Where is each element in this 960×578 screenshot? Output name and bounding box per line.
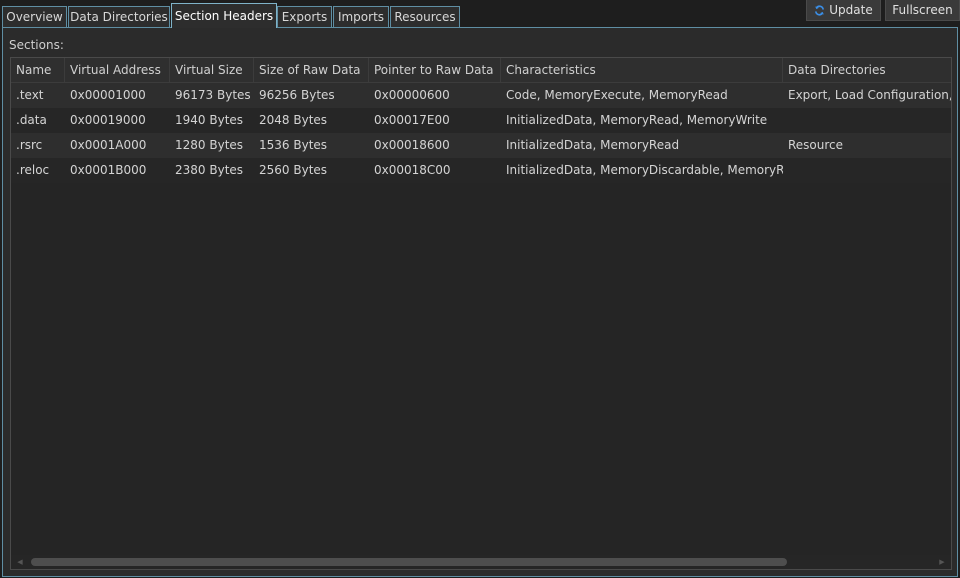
- cell-characteristics: InitializedData, MemoryDiscardable, Memo…: [506, 163, 783, 177]
- tab-imports[interactable]: Imports: [333, 6, 389, 27]
- table-row[interactable]: .rsrc 0x0001A000 1280 Bytes 1536 Bytes 0…: [11, 133, 951, 158]
- cell-pointer-to-raw-data: 0x00018C00: [374, 163, 451, 177]
- cell-data-directories: [783, 158, 951, 183]
- horizontal-scrollbar[interactable]: ◀ ▶: [11, 555, 951, 569]
- tab-data-directories[interactable]: Data Directories: [68, 6, 170, 27]
- cell-size-of-raw-data: 2560 Bytes: [259, 163, 328, 177]
- scroll-right-icon[interactable]: ▶: [935, 555, 949, 569]
- table-row[interactable]: .reloc 0x0001B000 2380 Bytes 2560 Bytes …: [11, 158, 951, 183]
- update-button[interactable]: Update: [806, 0, 881, 21]
- fullscreen-label: Fullscreen: [892, 3, 953, 17]
- cell-data-directories: [783, 108, 951, 133]
- sections-label: Sections:: [9, 38, 64, 52]
- column-header-virtual-address[interactable]: Virtual Address: [65, 58, 170, 82]
- cell-data-directories: Resource: [788, 138, 844, 152]
- cell-virtual-size: 2380 Bytes: [175, 163, 244, 177]
- table-header: Name Virtual Address Virtual Size Size o…: [11, 58, 951, 83]
- cell-virtual-size: 1280 Bytes: [175, 138, 244, 152]
- cell-name: .text: [16, 88, 44, 102]
- cell-virtual-address: 0x0001A000: [70, 138, 147, 152]
- update-label: Update: [829, 3, 873, 17]
- cell-size-of-raw-data: 1536 Bytes: [259, 138, 328, 152]
- cell-characteristics: InitializedData, MemoryRead: [506, 138, 680, 152]
- refresh-icon: [815, 5, 825, 15]
- cell-virtual-address: 0x0001B000: [70, 163, 147, 177]
- cell-size-of-raw-data: 2048 Bytes: [259, 113, 328, 127]
- cell-name: .reloc: [16, 163, 50, 177]
- column-header-pointer-to-raw-data[interactable]: Pointer to Raw Data: [369, 58, 501, 82]
- scroll-left-icon[interactable]: ◀: [13, 555, 27, 569]
- column-header-characteristics[interactable]: Characteristics: [501, 58, 783, 82]
- tab-section-headers[interactable]: Section Headers: [171, 3, 277, 28]
- cell-characteristics: InitializedData, MemoryRead, MemoryWrite: [506, 113, 768, 127]
- table-row[interactable]: .text 0x00001000 96173 Bytes 96256 Bytes…: [11, 83, 952, 108]
- tab-bar: Overview Data Directories Section Header…: [0, 0, 960, 28]
- column-header-virtual-size[interactable]: Virtual Size: [170, 58, 254, 82]
- cell-virtual-size: 1940 Bytes: [175, 113, 244, 127]
- column-header-name[interactable]: Name: [11, 58, 65, 82]
- tab-exports[interactable]: Exports: [277, 6, 332, 27]
- sections-table: Name Virtual Address Virtual Size Size o…: [10, 57, 952, 570]
- cell-pointer-to-raw-data: 0x00017E00: [374, 113, 450, 127]
- section-headers-panel: Sections: Name Virtual Address Virtual S…: [2, 27, 958, 577]
- tab-overview[interactable]: Overview: [2, 6, 67, 27]
- cell-data-directories: Export, Load Configuration, De: [788, 88, 952, 102]
- cell-name: .rsrc: [16, 138, 43, 152]
- tab-resources[interactable]: Resources: [390, 6, 460, 27]
- cell-pointer-to-raw-data: 0x00000600: [374, 88, 450, 102]
- column-header-size-of-raw-data[interactable]: Size of Raw Data: [254, 58, 369, 82]
- fullscreen-button[interactable]: Fullscreen: [885, 0, 960, 21]
- cell-name: .data: [16, 113, 47, 127]
- scrollbar-thumb[interactable]: [31, 558, 787, 566]
- cell-virtual-address: 0x00001000: [70, 88, 146, 102]
- cell-size-of-raw-data: 96256 Bytes: [259, 88, 335, 102]
- cell-pointer-to-raw-data: 0x00018600: [374, 138, 450, 152]
- table-row[interactable]: .data 0x00019000 1940 Bytes 2048 Bytes 0…: [11, 108, 951, 133]
- cell-characteristics: Code, MemoryExecute, MemoryRead: [506, 88, 728, 102]
- cell-virtual-size: 96173 Bytes: [175, 88, 251, 102]
- column-header-data-directories[interactable]: Data Directories: [783, 58, 951, 82]
- cell-virtual-address: 0x00019000: [70, 113, 146, 127]
